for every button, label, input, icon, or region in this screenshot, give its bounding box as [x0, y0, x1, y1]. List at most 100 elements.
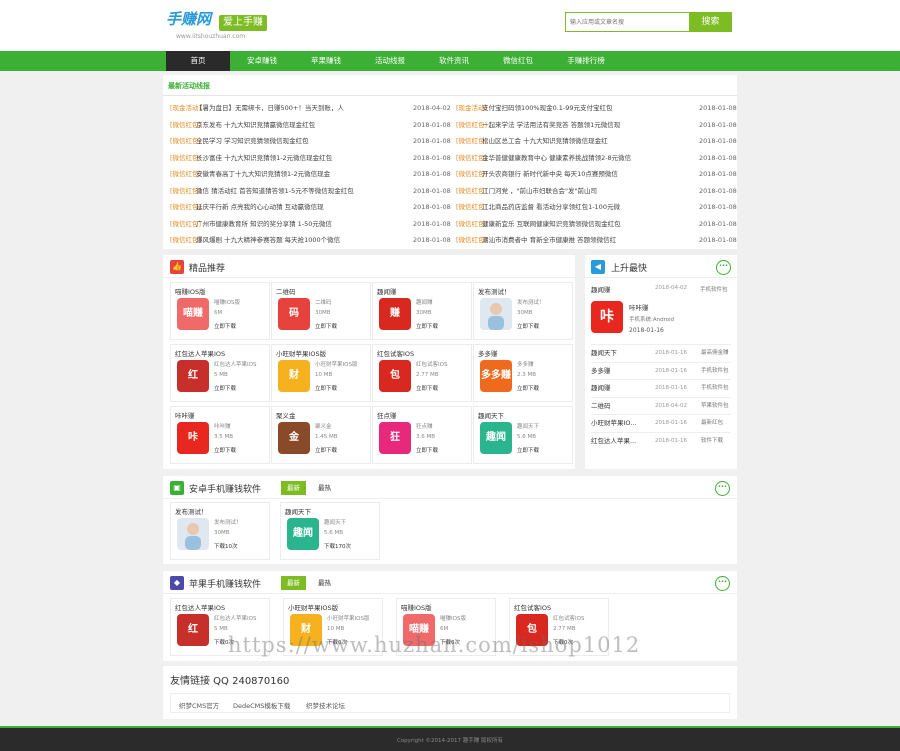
hot-news-text[interactable]: 一起来学法 学法用法有奖竞答 答题领1元微信现	[482, 119, 660, 131]
tab-android-hot[interactable]: 最热	[312, 481, 337, 495]
hot-news-text[interactable]: 松山区总工会 十九大知识竞猜领微信现金红	[482, 135, 660, 147]
app-download[interactable]: 立即下载	[315, 322, 337, 330]
hot-news-item[interactable]: [微信红包] 健康新宜乐 互联网健康知识竞猜领微信现金红包 2018-01-08	[456, 218, 737, 230]
rising-item-name[interactable]: 红包达人苹果...	[591, 433, 651, 450]
app-name[interactable]: 小旺财苹果IOS版	[276, 348, 326, 358]
app-name[interactable]: 多多赚	[478, 348, 498, 358]
hot-news-item[interactable]: [现金活动] 【暑为盘日】无需绑卡，日赚500+！当天到账，人 2018-04-02	[170, 102, 451, 114]
app-card[interactable]: 趣闻赚赚趣闻赚 30MB 立即下载	[372, 282, 472, 340]
more-icon[interactable]: ···	[716, 260, 731, 275]
rising-item-name[interactable]: 二维码	[591, 398, 651, 415]
app-name[interactable]: 发布测试！	[175, 506, 208, 516]
app-icon[interactable]	[480, 298, 512, 330]
tab-android-latest[interactable]: 最新	[281, 481, 306, 495]
friend-link[interactable]: 织梦CMS官方	[179, 700, 219, 710]
hot-news-text[interactable]: 长沙富佳 十九大知识竞猜领1-2元微信现金红包	[196, 152, 374, 164]
app-card[interactable]: 小旺财苹果IOS版财小旺财苹果IOS版 10 MB 立即下载	[271, 344, 371, 402]
app-name[interactable]: 喵赚IOS版	[401, 602, 432, 612]
app-icon[interactable]: 金	[278, 422, 310, 454]
app-name[interactable]: 红包达人苹果IOS	[175, 348, 225, 358]
friend-link[interactable]: 织梦技术论坛	[306, 700, 345, 710]
rising-top-app[interactable]: 咔咔赚	[629, 302, 649, 312]
hot-news-text[interactable]: 金华普健健康教育中心 健康素养挑战猜领2-8元微信	[482, 152, 660, 164]
rising-list-item[interactable]: 趣闻天下 2018-01-16 最高佣金赚	[591, 344, 731, 361]
friend-link[interactable]: DedeCMS模板下载	[233, 700, 290, 710]
app-icon[interactable]: 趣闻	[287, 518, 319, 550]
hot-news-item[interactable]: [微信红包] 开头农商银行 新时代新中央 每天10点赛预微信 2018-01-08	[456, 168, 737, 180]
hot-news-text[interactable]: 健康新宜乐 互联网健康知识竞猜领微信现金红包	[482, 218, 660, 230]
app-icon[interactable]: 趣闻	[480, 422, 512, 454]
hot-news-text[interactable]: 安徽青春高丁十九大知识竞猜领1-2元微信现金	[196, 168, 374, 180]
app-download[interactable]: 立即下载	[315, 384, 337, 392]
hot-news-item[interactable]: [微信红包] 微信 猜活动红 首答知道猜答领1-5元不等微信现金红包 2018-01…	[170, 185, 451, 197]
app-icon[interactable]: 多多赚	[480, 360, 512, 392]
hot-news-text[interactable]: 潮汕市消费者中 育新全市健康推 答题领微信红	[482, 234, 660, 246]
nav-ios[interactable]: 苹果赚钱	[294, 51, 358, 71]
search-input[interactable]	[565, 12, 690, 32]
app-card[interactable]: 狂点赚狂狂点赚 3.6 MB 立即下载	[372, 406, 472, 464]
rising-top-app-icon[interactable]: 咔	[591, 301, 623, 333]
app-card[interactable]: 发布测试！ 发布测试！ 30MB 立即下载	[473, 282, 573, 340]
app-card[interactable]: 聚义金金聚义金 1.45 MB 立即下载	[271, 406, 371, 464]
app-name[interactable]: 趣闻天下	[478, 410, 504, 420]
app-name[interactable]: 红包达人苹果IOS	[175, 602, 225, 612]
app-download[interactable]: 立即下载	[416, 384, 438, 392]
app-name[interactable]: 狂点赚	[377, 410, 397, 420]
hot-news-text[interactable]: 广州市健康教育所 知识的奖分享猜 1-50元微信	[196, 218, 374, 230]
hot-news-item[interactable]: [微信红包] 全民学习 学习知识竞猜领微信现金红包 2018-01-08	[170, 135, 451, 147]
hot-news-text[interactable]: 全民学习 学习知识竞猜领微信现金红包	[196, 135, 374, 147]
app-download[interactable]: 立即下载	[214, 384, 236, 392]
hot-news-item[interactable]: [微信红包] 爆风爆剧 十九大精神参赛答题 每天抢1000个微信 2018-01-0…	[170, 234, 451, 246]
more-icon[interactable]: ···	[715, 481, 730, 496]
hot-news-item[interactable]: [微信红包] 长沙富佳 十九大知识竞猜领1-2元微信现金红包 2018-01-08	[170, 152, 451, 164]
hot-news-text[interactable]: 爆风爆剧 十九大精神参赛答题 每天抢1000个微信	[196, 234, 374, 246]
app-name[interactable]: 二维码	[276, 286, 296, 296]
app-download[interactable]: 立即下载	[214, 446, 236, 454]
app-icon[interactable]: 狂	[379, 422, 411, 454]
app-icon[interactable]: 赚	[379, 298, 411, 330]
app-card[interactable]: 喵赚IOS版 喵赚 喵赚IOS版 6M 立即下载	[170, 282, 270, 340]
nav-news[interactable]: 软件资讯	[422, 51, 486, 71]
app-download[interactable]: 立即下载	[416, 446, 438, 454]
search-button[interactable]: 搜索	[689, 12, 732, 32]
app-card[interactable]: 二维码码二维码 30MB 立即下载	[271, 282, 371, 340]
tab-ios-latest[interactable]: 最新	[281, 576, 306, 590]
rising-top-name[interactable]: 趣闻赚	[591, 284, 611, 294]
app-name[interactable]: 咔咔赚	[175, 410, 195, 420]
hot-news-text[interactable]: 支付宝扫码领100%现金0.1-99元支付宝红包	[482, 102, 660, 114]
app-icon[interactable]: 财	[278, 360, 310, 392]
app-card[interactable]: 多多赚 多多赚 多多赚 2.3 MB 立即下载	[473, 344, 573, 402]
rising-list-item[interactable]: 小旺财苹果IO... 2018-01-16 最新红包	[591, 414, 731, 431]
app-name[interactable]: 喵赚IOS版	[175, 286, 206, 296]
rising-item-name[interactable]: 趣闻赚	[591, 380, 651, 397]
app-download[interactable]: 立即下载	[214, 322, 236, 330]
rising-item-name[interactable]: 多多赚	[591, 363, 651, 380]
hot-news-text[interactable]: 开头农商银行 新时代新中央 每天10点赛预微信	[482, 168, 660, 180]
hot-news-item[interactable]: [微信红包] 松山区总工会 十九大知识竞猜领微信现金红 2018-01-08	[456, 135, 737, 147]
rising-list-item[interactable]: 二维码 2018-04-02 苹果软件包	[591, 396, 731, 415]
app-download[interactable]: 下载170次	[324, 542, 351, 550]
hot-news-item[interactable]: [微信红包] 广州市健康教育所 知识的奖分享猜 1-50元微信 2018-01-08	[170, 218, 451, 230]
hot-news-item[interactable]: [微信红包] 潮汕市消费者中 育新全市健康推 答题领微信红 2018-01-08	[456, 234, 737, 246]
app-card[interactable]: 红包达人苹果IOS 红红包达人苹果IOS 5 MB 立即下载	[170, 344, 270, 402]
nav-ranking[interactable]: 手赚排行榜	[550, 51, 622, 71]
app-icon[interactable]	[177, 518, 209, 550]
hot-news-item[interactable]: [微信红包] 安徽青春高丁十九大知识竞猜领1-2元微信现金 2018-01-08	[170, 168, 451, 180]
rising-list-item[interactable]: 多多赚 2018-01-16 手机软件包	[591, 361, 731, 380]
hot-news-item[interactable]: [微信红包] 一起来学法 学法用法有奖竞答 答题领1元微信现 2018-01-08	[456, 119, 737, 131]
hot-news-item[interactable]: [微信红包] 金华普健健康教育中心 健康素养挑战猜领2-8元微信 2018-01-0…	[456, 152, 737, 164]
app-card[interactable]: 趣闻天下 趣闻 趣闻天下 5.6 MB 立即下载	[473, 406, 573, 464]
app-icon[interactable]: 码	[278, 298, 310, 330]
app-card[interactable]: 红包试客IOS 包红包试客IOS 2.77 MB 立即下载	[372, 344, 472, 402]
app-icon[interactable]: 红	[177, 614, 209, 646]
app-download[interactable]: 下载10次	[214, 542, 238, 550]
app-download[interactable]: 立即下载	[416, 322, 438, 330]
rising-list-item[interactable]: 红包达人苹果... 2018-01-16 软件下载	[591, 431, 731, 450]
app-name[interactable]: 趣闻赚	[377, 286, 397, 296]
nav-wechat[interactable]: 微信红包	[486, 51, 550, 71]
hot-news-item[interactable]: [微信红包] 延庆平行新 点亮我的心心动猜 互动赢微信现 2018-01-08	[170, 201, 451, 213]
app-icon[interactable]: 包	[379, 360, 411, 392]
rising-item-name[interactable]: 趣闻天下	[591, 345, 651, 362]
more-icon[interactable]: ···	[715, 576, 730, 591]
hot-news-item[interactable]: [微信红包] 京东发布 十九大知识竞猜赢微信现金红包 2018-01-08	[170, 119, 451, 131]
